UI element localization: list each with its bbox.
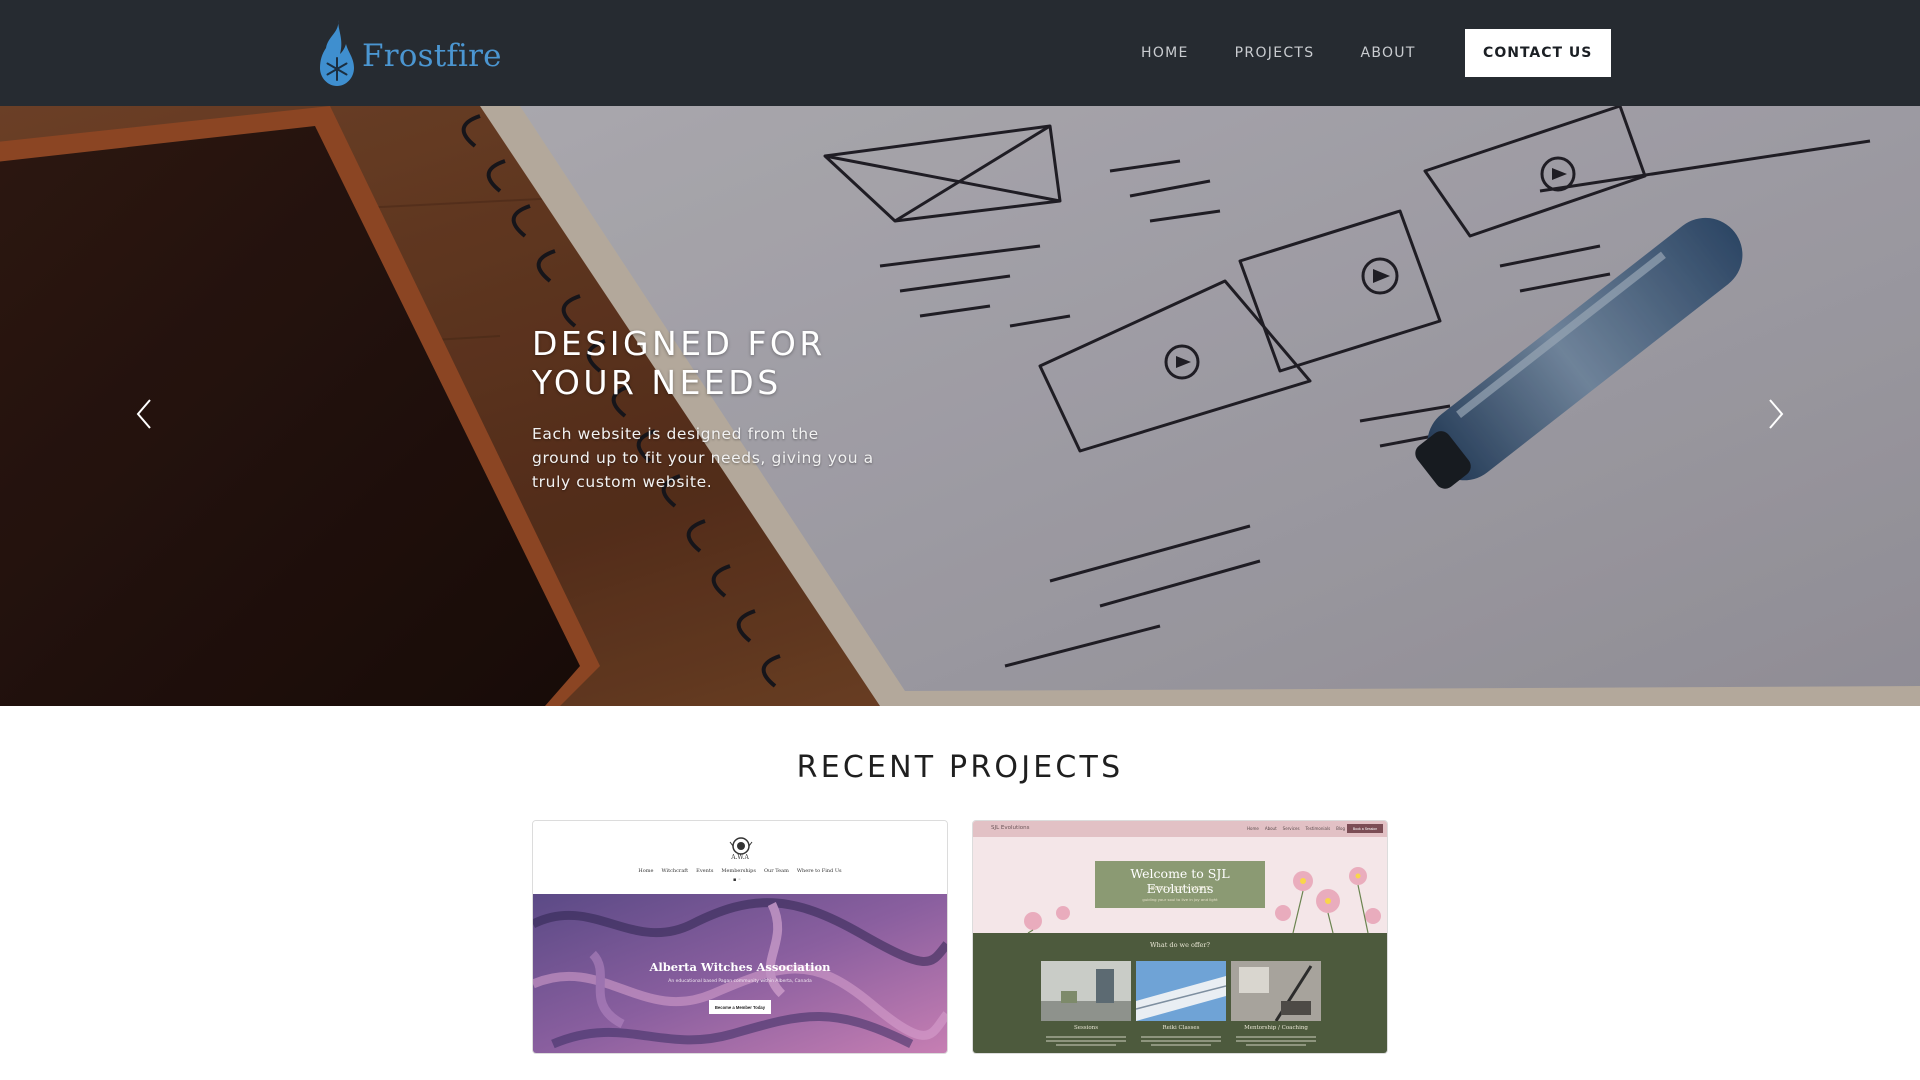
brand-name: Frostfire	[362, 38, 502, 74]
sjl-tile-text-lines	[1046, 1036, 1126, 1046]
sjl-nav: Home About Services Testimonials Blog	[1241, 826, 1345, 831]
carousel-next-button[interactable]	[1756, 390, 1796, 438]
site-header: Frostfire HOME PROJECTS ABOUT CONTACT US	[0, 0, 1920, 106]
nav-projects[interactable]: PROJECTS	[1212, 29, 1338, 77]
sjl-tile-image-sessions	[1041, 961, 1131, 1021]
awa-abbr: A.W.A	[731, 854, 749, 861]
sjl-offer-heading: What do we offer?	[1149, 941, 1210, 949]
sjl-nav-item: Home	[1247, 826, 1259, 831]
sjl-hero: SJL Evolutions Home About Services Testi…	[973, 821, 1387, 933]
awa-title: Alberta Witches Association	[649, 960, 831, 974]
sjl-tile-text-lines	[1236, 1036, 1316, 1046]
sjl-book-button: Book a Session	[1347, 824, 1383, 833]
awa-nav-item: Our Team	[763, 868, 789, 874]
chevron-right-icon	[1769, 399, 1784, 429]
sjl-tagline: SOUL • JOY • LIGHT	[1150, 886, 1210, 892]
awa-nav-item: Where to Find Us	[796, 868, 842, 874]
social-icons: ▪ ◦	[733, 877, 741, 883]
recent-projects-heading: RECENT PROJECTS	[796, 750, 1124, 785]
sjl-offer-section: What do we offer? Sessions Reiki Classes…	[973, 933, 1387, 1053]
nav-home[interactable]: HOME	[1120, 29, 1212, 77]
sjl-nav-item: Testimonials	[1305, 826, 1331, 831]
sjl-tile-label: Sessions	[1073, 1025, 1099, 1031]
sjl-tile-text-lines	[1141, 1036, 1221, 1046]
flame-snowflake-icon	[316, 18, 356, 88]
project-card-sjl[interactable]: SJL Evolutions Home About Services Testi…	[972, 820, 1388, 1054]
sjl-nav-item: Services	[1282, 826, 1300, 831]
hero-description: Each website is designed from the ground…	[532, 425, 874, 491]
sjl-subtagline: guiding your soul to live in joy and lig…	[1142, 897, 1218, 902]
awa-nav-item: Memberships	[721, 868, 756, 874]
awa-marble-image	[533, 894, 947, 1053]
awa-member-button: Become a Member Today	[709, 1000, 771, 1014]
awa-nav-item: Witchcraft	[661, 868, 689, 874]
carousel-prev-button[interactable]	[124, 390, 164, 438]
hero-title-line-1: DESIGNED FOR	[532, 324, 826, 363]
hero-carousel: DESIGNED FOR YOUR NEEDS Each website is …	[0, 106, 1920, 706]
sjl-nav-item: About	[1264, 826, 1277, 831]
sjl-welcome-panel: Welcome to SJL Evolutions SOUL • JOY • L…	[1095, 861, 1265, 908]
hero-title-line-2: YOUR NEEDS	[532, 363, 782, 402]
sjl-nav-item: Blog	[1336, 826, 1345, 831]
contact-us-button[interactable]: CONTACT US	[1464, 29, 1611, 77]
site-logo[interactable]: Frostfire	[316, 18, 502, 88]
awa-subtitle: An educational based Pagan community wit…	[668, 979, 812, 984]
hero-caption: DESIGNED FOR YOUR NEEDS Each website is …	[532, 324, 892, 494]
sjl-tile-image-reiki	[1136, 961, 1226, 1021]
chevron-left-icon	[136, 399, 151, 429]
nav-about[interactable]: ABOUT	[1337, 29, 1438, 77]
awa-header: A.W.A Home Witchcraft Events Memberships…	[533, 821, 947, 894]
hero-title: DESIGNED FOR YOUR NEEDS	[532, 324, 892, 402]
awa-nav-item: Home	[638, 868, 654, 874]
sjl-tile-label: Mentorship / Coaching	[1244, 1025, 1308, 1031]
sjl-logo: SJL Evolutions	[991, 825, 1030, 831]
sjl-tile-image-mentorship	[1231, 961, 1321, 1021]
project-card-awa[interactable]: A.W.A Home Witchcraft Events Memberships…	[532, 820, 948, 1054]
awa-nav: Home Witchcraft Events Memberships Our T…	[533, 868, 947, 874]
main-nav: HOME PROJECTS ABOUT CONTACT US	[1120, 29, 1611, 77]
sjl-navbar: SJL Evolutions Home About Services Testi…	[973, 821, 1387, 837]
awa-nav-item: Events	[696, 868, 714, 874]
hero-overlay	[0, 106, 1920, 706]
sjl-tile-label: Reiki Classes	[1162, 1025, 1200, 1031]
